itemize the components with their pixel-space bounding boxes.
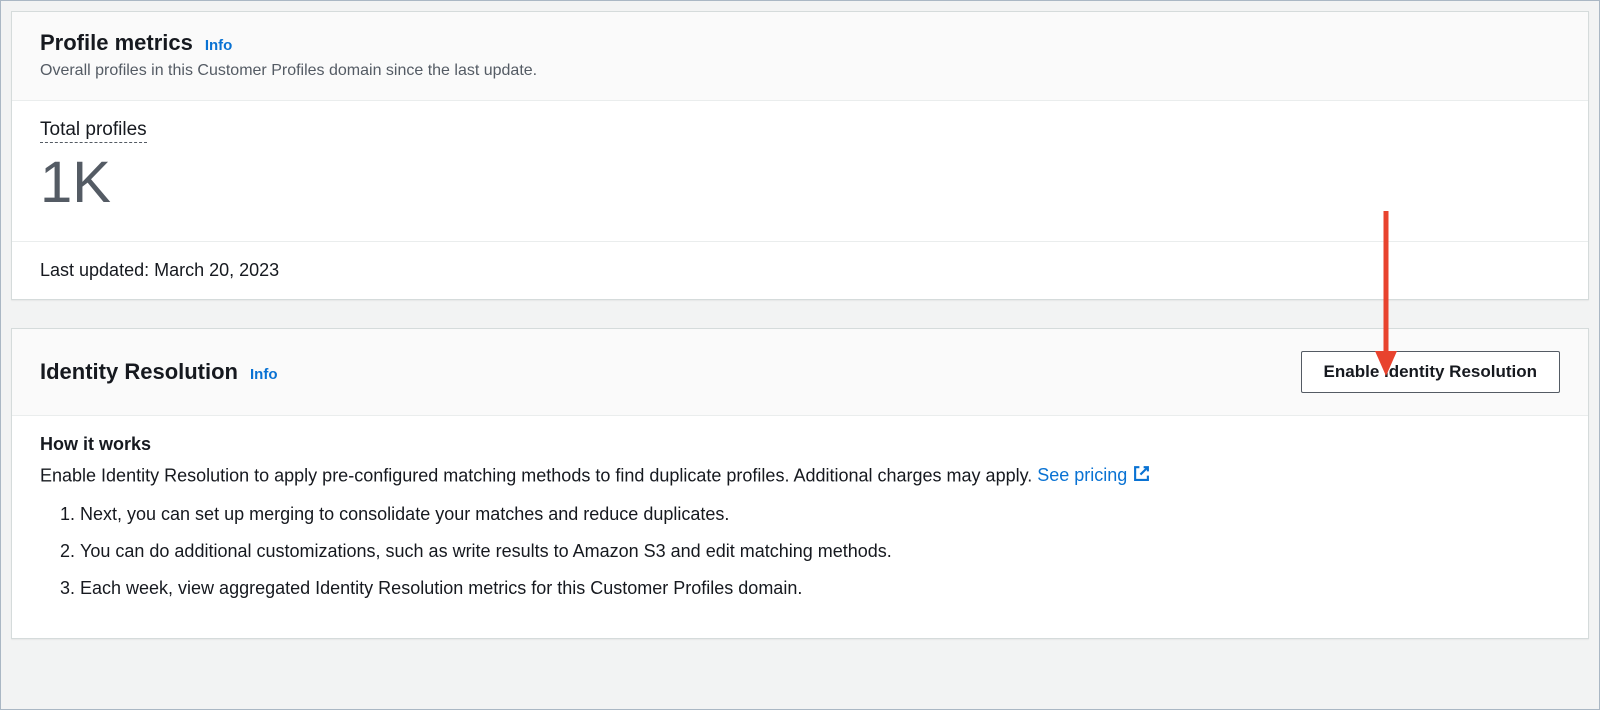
profile-metrics-footer: Last updated: March 20, 2023 <box>12 241 1588 299</box>
profile-metrics-title: Profile metrics <box>40 30 193 56</box>
how-it-works-title: How it works <box>40 434 1560 455</box>
how-it-works-description: Enable Identity Resolution to apply pre-… <box>40 465 1560 487</box>
profile-metrics-header: Profile metrics Info Overall profiles in… <box>12 12 1588 101</box>
total-profiles-value: 1K <box>40 151 1560 215</box>
identity-resolution-header: Identity Resolution Info Enable Identity… <box>12 329 1588 416</box>
how-it-works-steps: Next, you can set up merging to consolid… <box>40 501 1560 602</box>
last-updated-text: Last updated: March 20, 2023 <box>40 260 279 280</box>
enable-identity-resolution-button[interactable]: Enable Identity Resolution <box>1301 351 1560 393</box>
identity-resolution-info-link[interactable]: Info <box>250 366 278 383</box>
identity-resolution-body: How it works Enable Identity Resolution … <box>12 416 1588 638</box>
list-item: Each week, view aggregated Identity Reso… <box>80 575 1560 602</box>
identity-resolution-title: Identity Resolution <box>40 359 238 385</box>
external-link-icon <box>1133 465 1150 487</box>
list-item: You can do additional customizations, su… <box>80 538 1560 565</box>
list-item: Next, you can set up merging to consolid… <box>80 501 1560 528</box>
see-pricing-link[interactable]: See pricing <box>1037 465 1150 487</box>
profile-metrics-subtitle: Overall profiles in this Customer Profil… <box>40 62 537 80</box>
total-profiles-label: Total profiles <box>40 119 147 143</box>
identity-resolution-panel: Identity Resolution Info Enable Identity… <box>11 328 1589 639</box>
how-it-works-desc-text: Enable Identity Resolution to apply pre-… <box>40 465 1037 485</box>
see-pricing-label: See pricing <box>1037 465 1127 486</box>
profile-metrics-info-link[interactable]: Info <box>205 37 233 54</box>
profile-metrics-body: Total profiles 1K <box>12 101 1588 241</box>
profile-metrics-panel: Profile metrics Info Overall profiles in… <box>11 11 1589 300</box>
